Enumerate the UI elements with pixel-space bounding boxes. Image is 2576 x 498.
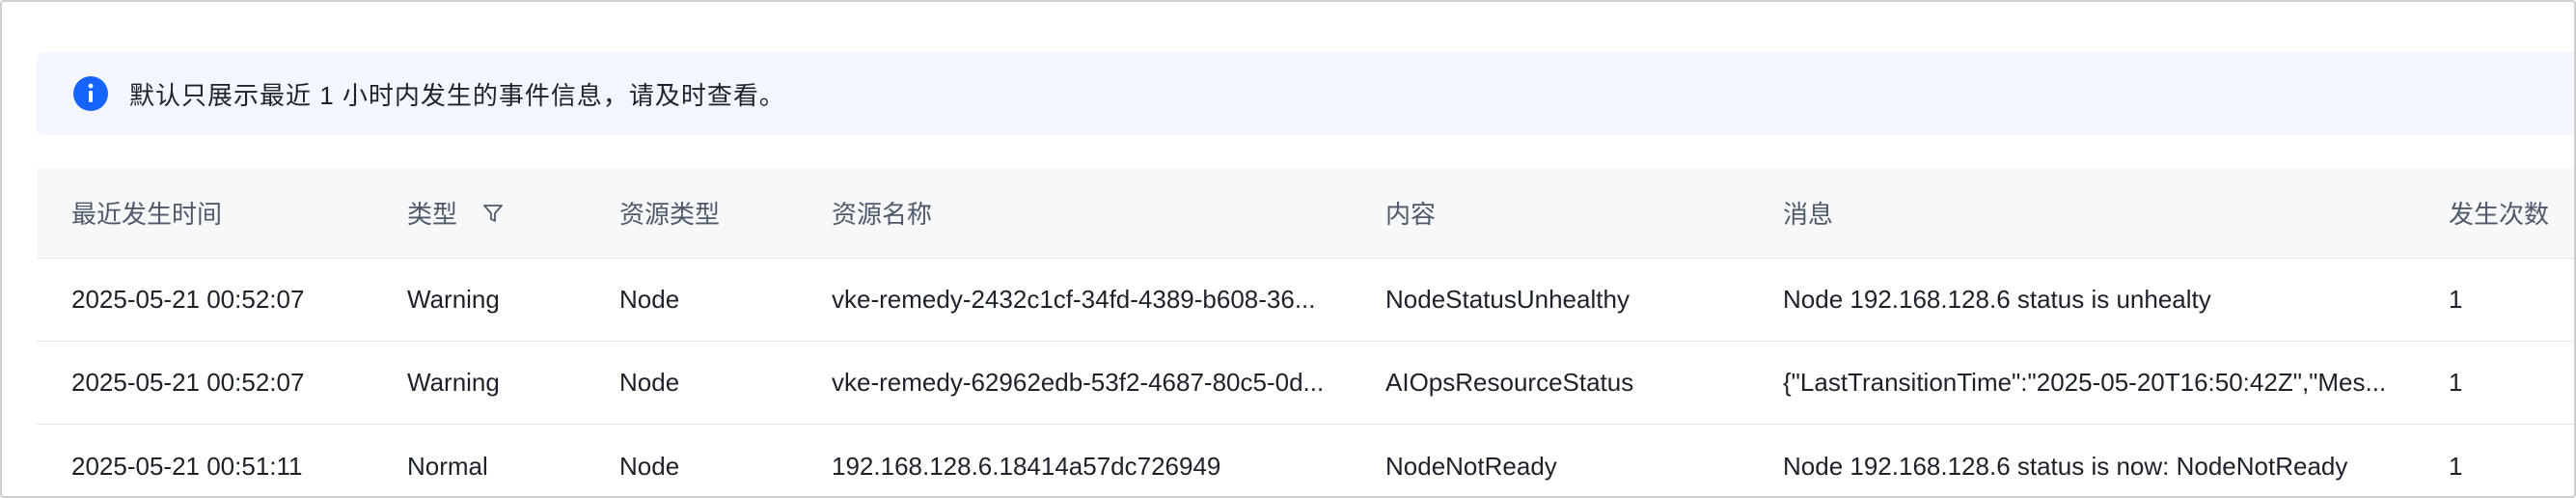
cell-resource-type: Node bbox=[619, 368, 680, 397]
cell-resource-name: vke-remedy-62962edb-53f2-4687-80c5-0d... bbox=[832, 368, 1325, 397]
table-row: 2025-05-21 00:52:07 Warning Node vke-rem… bbox=[37, 342, 2574, 425]
cell-resource-name: 192.168.128.6.18414a57dc726949 bbox=[832, 451, 1221, 481]
cell-content: AIOpsResourceStatus bbox=[1385, 368, 1634, 397]
column-header-count: 发生次数 bbox=[2449, 200, 2550, 229]
cell-resource-name: vke-remedy-2432c1cf-34fd-4389-b608-36... bbox=[832, 285, 1316, 314]
table-row: 2025-05-21 00:51:11 Normal Node 192.168.… bbox=[37, 425, 2574, 496]
events-table: 最近发生时间 类型 资源类型 资源名称 内容 消息 发生次数 2025-05-2… bbox=[37, 168, 2574, 496]
filter-icon[interactable] bbox=[482, 203, 504, 224]
cell-count: 1 bbox=[2449, 368, 2463, 397]
cell-type: Warning bbox=[407, 285, 500, 314]
column-header-last-time: 最近发生时间 bbox=[71, 200, 223, 229]
cell-resource-type: Node bbox=[619, 451, 680, 481]
info-notice-bar: 默认只展示最近 1 小时内发生的事件信息，请及时查看。 bbox=[37, 52, 2574, 135]
column-header-type: 类型 bbox=[407, 168, 600, 258]
cell-message: Node 192.168.128.6 status is now: NodeNo… bbox=[1783, 451, 2348, 481]
table-header-row: 最近发生时间 类型 资源类型 资源名称 内容 消息 发生次数 bbox=[37, 168, 2574, 259]
cell-type: Normal bbox=[407, 451, 488, 481]
column-header-resource-name: 资源名称 bbox=[832, 200, 933, 229]
cell-content: NodeStatusUnhealthy bbox=[1385, 285, 1630, 314]
cell-message: {"LastTransitionTime":"2025-05-20T16:50:… bbox=[1783, 368, 2387, 397]
info-notice-text: 默认只展示最近 1 小时内发生的事件信息，请及时查看。 bbox=[129, 80, 785, 110]
column-header-content: 内容 bbox=[1385, 200, 1437, 229]
table-row: 2025-05-21 00:52:07 Warning Node vke-rem… bbox=[37, 259, 2574, 342]
column-header-type-label: 类型 bbox=[407, 200, 458, 229]
cell-time: 2025-05-21 00:52:07 bbox=[71, 368, 305, 397]
cell-resource-type: Node bbox=[619, 285, 680, 314]
cell-type: Warning bbox=[407, 368, 500, 397]
column-header-resource-type: 资源类型 bbox=[619, 200, 721, 229]
cell-count: 1 bbox=[2449, 285, 2463, 314]
events-panel: 默认只展示最近 1 小时内发生的事件信息，请及时查看。 最近发生时间 类型 资源… bbox=[0, 0, 2576, 498]
cell-content: NodeNotReady bbox=[1385, 451, 1557, 481]
cell-message: Node 192.168.128.6 status is unhealty bbox=[1783, 285, 2211, 314]
info-icon bbox=[73, 76, 108, 111]
column-header-message: 消息 bbox=[1783, 200, 1834, 229]
cell-time: 2025-05-21 00:52:07 bbox=[71, 285, 305, 314]
cell-count: 1 bbox=[2449, 451, 2463, 481]
cell-time: 2025-05-21 00:51:11 bbox=[71, 451, 303, 481]
